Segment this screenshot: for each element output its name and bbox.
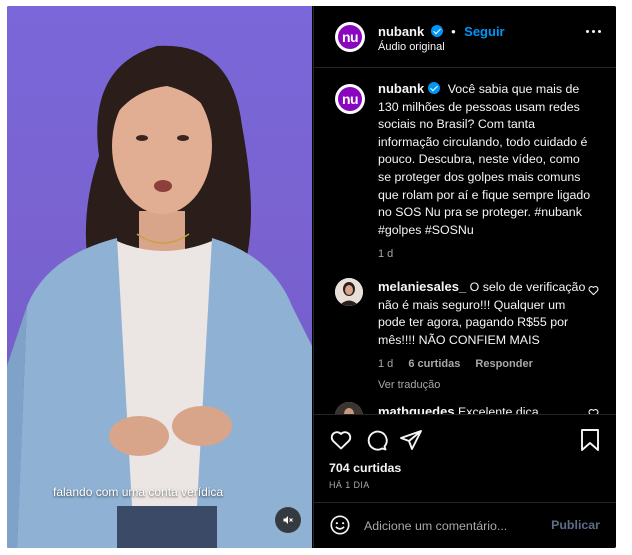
reply-button[interactable]: Responder [475,358,532,370]
caption-avatar[interactable]: nu [335,84,365,114]
post-actions: 704 curtidas HÁ 1 DIA [314,414,616,502]
comment-text: Excelente dica, [458,405,543,414]
comment-avatar-photo [335,278,363,306]
video-player[interactable]: falando com uma conta verídica [7,6,312,548]
nubank-logo: nu [338,87,362,111]
publish-button[interactable]: Publicar [551,518,600,532]
add-comment-input[interactable] [364,516,544,536]
like-comment-heart-icon[interactable] [588,285,599,296]
comment: mathguedes Excelente dica, [378,403,588,414]
post-date: HÁ 1 DIA [329,480,370,490]
instagram-post-modal: falando com uma conta verídica nu nubank… [7,6,616,548]
comment-meta: 1 d 6 curtidas Responder [378,356,588,374]
comments-scroll-area[interactable]: nu nubank Você sabia que mais de 130 mil… [314,69,616,414]
audio-label[interactable]: Áudio original [378,41,445,53]
comment-likes[interactable]: 6 curtidas [408,358,460,370]
caption-time: 1 d [378,248,394,261]
speaker-muted-icon [283,516,293,524]
add-comment-bar: Publicar [314,502,616,548]
save-bookmark-icon[interactable] [579,428,601,452]
caption-text: Você sabia que mais de 130 milhões de pe… [378,82,591,237]
share-icon[interactable] [399,428,423,452]
comment-avatar-photo [335,402,363,414]
like-heart-icon[interactable] [329,428,353,452]
comment: melaniesales_ O selo de verificação não … [378,278,588,395]
post-header: nu nubank • Seguir Áudio original [314,6,616,68]
verified-badge-icon [430,25,443,37]
header-username[interactable]: nubank [378,24,424,39]
translate-link[interactable]: Ver tradução [378,377,588,395]
post-side-panel: nu nubank • Seguir Áudio original nu nub… [313,6,616,548]
comment-username[interactable]: melaniesales_ [378,279,466,294]
caption-username[interactable]: nubank [378,81,424,96]
mute-button[interactable] [275,507,301,533]
post-caption: nubank Você sabia que mais de 130 milhõe… [378,80,596,264]
emoji-icon[interactable] [329,514,351,536]
comment-icon[interactable] [364,428,388,452]
verified-badge-icon [428,82,441,94]
avatar[interactable]: nu [335,22,365,52]
comment-username[interactable]: mathguedes [378,404,455,414]
comment-avatar[interactable] [335,278,363,306]
header-title-row: nubank • Seguir [378,23,505,41]
comment-avatar[interactable] [335,402,363,414]
video-subtitle: falando com uma conta verídica [53,485,224,499]
separator-dot: • [451,24,456,39]
video-frame-person [7,45,312,548]
follow-button[interactable]: Seguir [464,24,504,39]
comment-time: 1 d [378,358,394,371]
likes-count[interactable]: 704 curtidas [329,461,401,475]
more-options-icon[interactable] [586,30,601,33]
nubank-logo: nu [338,25,362,49]
